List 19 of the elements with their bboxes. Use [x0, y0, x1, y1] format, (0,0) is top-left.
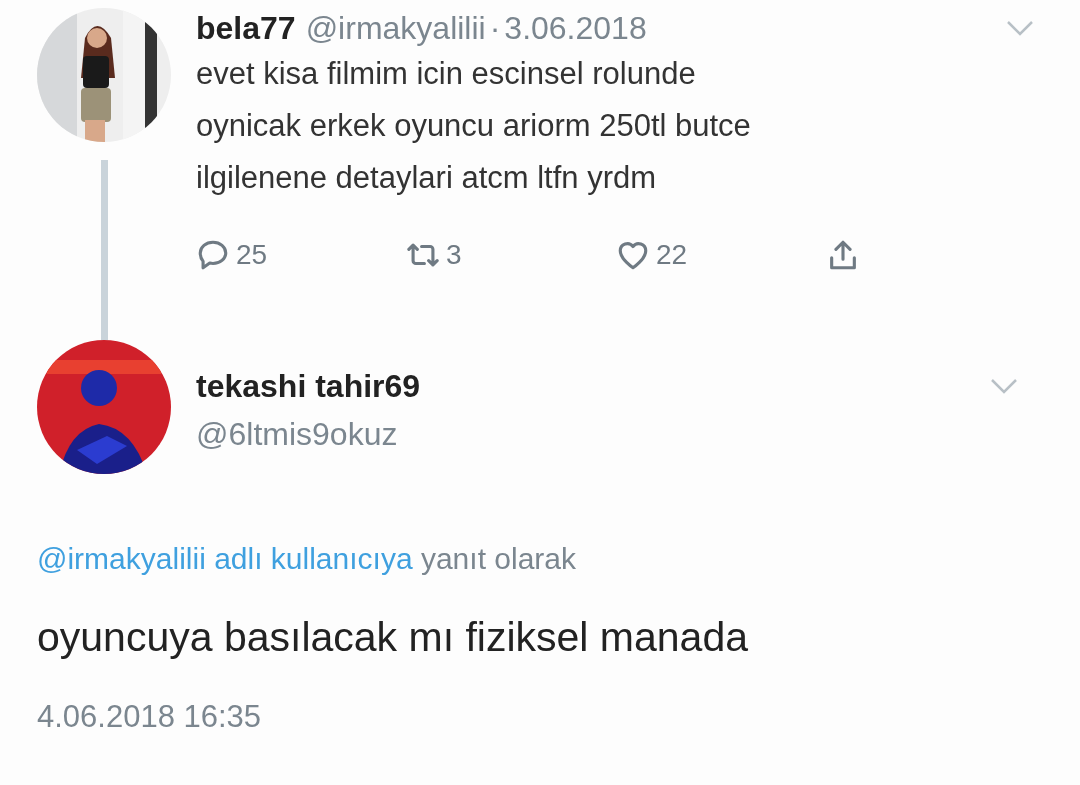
username[interactable]: @6ltmis9okuz — [196, 416, 1020, 453]
tweet-text: evet kisa filmim icin escinsel rolunde — [196, 55, 697, 93]
like-button[interactable]: 22 — [616, 238, 826, 272]
display-name[interactable]: tekashi tahir69 — [196, 366, 421, 406]
reply-button[interactable]: 25 — [196, 238, 406, 272]
chevron-down-icon[interactable] — [988, 376, 1020, 396]
tweet-text: oyuncuya basılacak mı fiziksel manada — [37, 614, 749, 661]
display-name[interactable]: bela77 — [196, 8, 296, 48]
reply-icon — [196, 238, 230, 272]
tweet-text: ilgilenene detaylari atcm ltfn yrdm — [196, 159, 658, 197]
tweet-date[interactable]: 3.06.2018 — [504, 8, 647, 48]
tweet-text: oynicak erkek oyuncu ariorm 250tl butce — [196, 107, 752, 145]
username[interactable]: @irmakyalilii — [305, 8, 486, 48]
timestamp: 4.06.2018 16:35 — [37, 699, 263, 735]
chevron-down-icon[interactable] — [1004, 18, 1036, 38]
reply-context: @irmakyalilii adlı kullanıcıya yanıt olarak — [37, 542, 577, 576]
mention-link[interactable]: @irmakyalilii adlı kullanıcıya — [37, 542, 413, 575]
retweet-button[interactable]: 3 — [406, 238, 616, 272]
separator: · — [489, 9, 501, 48]
